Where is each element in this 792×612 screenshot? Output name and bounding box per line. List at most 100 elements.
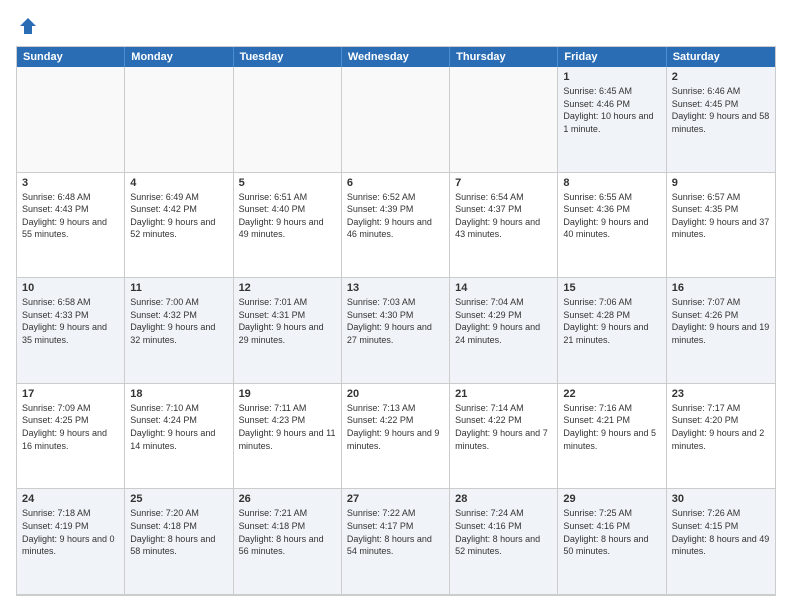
calendar-cell: 10 Sunrise: 6:58 AM Sunset: 4:33 PM Dayli… (17, 278, 125, 384)
logo (16, 16, 38, 36)
cell-info: Sunrise: 7:16 AM Sunset: 4:21 PM Dayligh… (563, 402, 660, 452)
cell-info: Sunrise: 7:24 AM Sunset: 4:16 PM Dayligh… (455, 507, 552, 557)
cell-info: Sunrise: 7:03 AM Sunset: 4:30 PM Dayligh… (347, 296, 444, 346)
calendar-cell (342, 67, 450, 173)
calendar-cell: 2Sunrise: 6:46 AM Sunset: 4:45 PM Daylig… (667, 67, 775, 173)
day-number: 10 (22, 282, 119, 294)
calendar-cell: 26 Sunrise: 7:21 AM Sunset: 4:18 PM Dayli… (234, 489, 342, 595)
cell-info: Sunrise: 7:13 AM Sunset: 4:22 PM Dayligh… (347, 402, 444, 452)
calendar-cell (234, 67, 342, 173)
day-number: 28 (455, 493, 552, 505)
weekday-header: Sunday (17, 47, 125, 67)
weekday-header: Wednesday (342, 47, 450, 67)
calendar-cell: 15 Sunrise: 7:06 AM Sunset: 4:28 PM Dayli… (558, 278, 666, 384)
cell-info: Sunrise: 6:55 AM Sunset: 4:36 PM Dayligh… (563, 191, 660, 241)
calendar: SundayMondayTuesdayWednesdayThursdayFrid… (16, 46, 776, 596)
calendar-cell: 14 Sunrise: 7:04 AM Sunset: 4:29 PM Dayli… (450, 278, 558, 384)
header (16, 16, 776, 36)
calendar-cell: 23 Sunrise: 7:17 AM Sunset: 4:20 PM Dayli… (667, 384, 775, 490)
weekday-header: Friday (558, 47, 666, 67)
weekday-header: Saturday (667, 47, 775, 67)
day-number: 17 (22, 388, 119, 400)
day-number: 25 (130, 493, 227, 505)
logo-icon (18, 16, 38, 36)
cell-info: Sunrise: 7:04 AM Sunset: 4:29 PM Dayligh… (455, 296, 552, 346)
day-number: 20 (347, 388, 444, 400)
day-number: 2 (672, 71, 770, 83)
day-number: 4 (130, 177, 227, 189)
cell-info: Sunrise: 6:54 AM Sunset: 4:37 PM Dayligh… (455, 191, 552, 241)
weekday-header: Monday (125, 47, 233, 67)
day-number: 1 (563, 71, 660, 83)
cell-info: Sunrise: 6:52 AM Sunset: 4:39 PM Dayligh… (347, 191, 444, 241)
day-number: 21 (455, 388, 552, 400)
cell-info: Sunrise: 7:09 AM Sunset: 4:25 PM Dayligh… (22, 402, 119, 452)
day-number: 19 (239, 388, 336, 400)
cell-info: Sunrise: 7:26 AM Sunset: 4:15 PM Dayligh… (672, 507, 770, 557)
cell-info: Sunrise: 7:25 AM Sunset: 4:16 PM Dayligh… (563, 507, 660, 557)
day-number: 13 (347, 282, 444, 294)
day-number: 18 (130, 388, 227, 400)
cell-info: Sunrise: 6:58 AM Sunset: 4:33 PM Dayligh… (22, 296, 119, 346)
calendar-cell: 6 Sunrise: 6:52 AM Sunset: 4:39 PM Daylig… (342, 173, 450, 279)
calendar-cell: 16 Sunrise: 7:07 AM Sunset: 4:26 PM Dayli… (667, 278, 775, 384)
day-number: 3 (22, 177, 119, 189)
calendar-cell: 12 Sunrise: 7:01 AM Sunset: 4:31 PM Dayli… (234, 278, 342, 384)
day-number: 27 (347, 493, 444, 505)
cell-info: Sunrise: 7:20 AM Sunset: 4:18 PM Dayligh… (130, 507, 227, 557)
calendar-cell: 4 Sunrise: 6:49 AM Sunset: 4:42 PM Daylig… (125, 173, 233, 279)
calendar-cell: 7 Sunrise: 6:54 AM Sunset: 4:37 PM Daylig… (450, 173, 558, 279)
cell-info: Sunrise: 7:22 AM Sunset: 4:17 PM Dayligh… (347, 507, 444, 557)
day-number: 7 (455, 177, 552, 189)
day-number: 26 (239, 493, 336, 505)
calendar-cell: 28 Sunrise: 7:24 AM Sunset: 4:16 PM Dayli… (450, 489, 558, 595)
calendar-cell: 20 Sunrise: 7:13 AM Sunset: 4:22 PM Dayli… (342, 384, 450, 490)
cell-info: Sunrise: 6:45 AM Sunset: 4:46 PM Dayligh… (563, 85, 660, 135)
day-number: 14 (455, 282, 552, 294)
calendar-cell: 22Sunrise: 7:16 AM Sunset: 4:21 PM Dayli… (558, 384, 666, 490)
cell-info: Sunrise: 6:49 AM Sunset: 4:42 PM Dayligh… (130, 191, 227, 241)
day-number: 12 (239, 282, 336, 294)
page: SundayMondayTuesdayWednesdayThursdayFrid… (0, 0, 792, 612)
day-number: 30 (672, 493, 770, 505)
cell-info: Sunrise: 6:51 AM Sunset: 4:40 PM Dayligh… (239, 191, 336, 241)
calendar-cell: 13 Sunrise: 7:03 AM Sunset: 4:30 PM Dayli… (342, 278, 450, 384)
day-number: 15 (563, 282, 660, 294)
cell-info: Sunrise: 7:07 AM Sunset: 4:26 PM Dayligh… (672, 296, 770, 346)
cell-info: Sunrise: 6:57 AM Sunset: 4:35 PM Dayligh… (672, 191, 770, 241)
calendar-header: SundayMondayTuesdayWednesdayThursdayFrid… (17, 47, 775, 67)
calendar-cell (125, 67, 233, 173)
day-number: 24 (22, 493, 119, 505)
day-number: 29 (563, 493, 660, 505)
cell-info: Sunrise: 7:14 AM Sunset: 4:22 PM Dayligh… (455, 402, 552, 452)
day-number: 8 (563, 177, 660, 189)
calendar-cell: 21 Sunrise: 7:14 AM Sunset: 4:22 PM Dayli… (450, 384, 558, 490)
calendar-cell: 25 Sunrise: 7:20 AM Sunset: 4:18 PM Dayli… (125, 489, 233, 595)
day-number: 23 (672, 388, 770, 400)
calendar-cell: 19Sunrise: 7:11 AM Sunset: 4:23 PM Dayli… (234, 384, 342, 490)
calendar-cell: 30 Sunrise: 7:26 AM Sunset: 4:15 PM Dayli… (667, 489, 775, 595)
calendar-cell: 24 Sunrise: 7:18 AM Sunset: 4:19 PM Dayli… (17, 489, 125, 595)
cell-info: Sunrise: 7:18 AM Sunset: 4:19 PM Dayligh… (22, 507, 119, 557)
day-number: 16 (672, 282, 770, 294)
weekday-header: Tuesday (234, 47, 342, 67)
cell-info: Sunrise: 7:06 AM Sunset: 4:28 PM Dayligh… (563, 296, 660, 346)
calendar-cell: 27 Sunrise: 7:22 AM Sunset: 4:17 PM Dayli… (342, 489, 450, 595)
cell-info: Sunrise: 7:17 AM Sunset: 4:20 PM Dayligh… (672, 402, 770, 452)
cell-info: Sunrise: 6:48 AM Sunset: 4:43 PM Dayligh… (22, 191, 119, 241)
calendar-cell: 5 Sunrise: 6:51 AM Sunset: 4:40 PM Daylig… (234, 173, 342, 279)
cell-info: Sunrise: 7:21 AM Sunset: 4:18 PM Dayligh… (239, 507, 336, 557)
calendar-cell: 17 Sunrise: 7:09 AM Sunset: 4:25 PM Dayli… (17, 384, 125, 490)
calendar-cell: 1 Sunrise: 6:45 AM Sunset: 4:46 PM Daylig… (558, 67, 666, 173)
calendar-cell: 29 Sunrise: 7:25 AM Sunset: 4:16 PM Dayli… (558, 489, 666, 595)
calendar-body: 1 Sunrise: 6:45 AM Sunset: 4:46 PM Daylig… (17, 67, 775, 595)
calendar-cell: 8 Sunrise: 6:55 AM Sunset: 4:36 PM Daylig… (558, 173, 666, 279)
cell-info: Sunrise: 7:01 AM Sunset: 4:31 PM Dayligh… (239, 296, 336, 346)
calendar-cell (450, 67, 558, 173)
day-number: 6 (347, 177, 444, 189)
calendar-cell (17, 67, 125, 173)
cell-info: Sunrise: 7:00 AM Sunset: 4:32 PM Dayligh… (130, 296, 227, 346)
day-number: 11 (130, 282, 227, 294)
calendar-cell: 18Sunrise: 7:10 AM Sunset: 4:24 PM Dayli… (125, 384, 233, 490)
day-number: 5 (239, 177, 336, 189)
